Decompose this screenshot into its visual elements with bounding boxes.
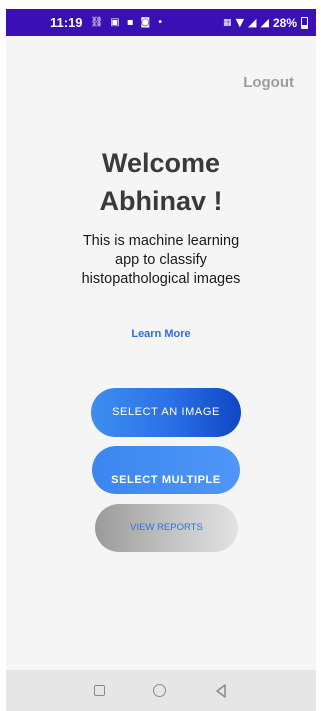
user-name: Abhinav ! [99, 186, 223, 216]
home-icon[interactable] [153, 684, 166, 697]
signal-icon: ◢ [248, 16, 257, 29]
select-multiple-button[interactable]: SELECT MULTIPLE [92, 446, 240, 494]
recents-icon[interactable] [94, 685, 105, 696]
signal-icon: ◢ [260, 16, 269, 29]
volte-icon: ▦ [223, 17, 232, 28]
welcome-line: Welcome [101, 148, 221, 178]
image-icon: ▪ [126, 16, 134, 28]
notification-icons: ⛓ ▣ ▪ ◙ • [90, 16, 164, 28]
status-bar: 11:19 ⛓ ▣ ▪ ◙ • ▦ ▼ ◢ ◢ 28% [6, 9, 316, 36]
link-icon: ⛓ [90, 16, 104, 28]
status-right: ▦ ▼ ◢ ◢ 28% [223, 16, 308, 30]
select-image-button[interactable]: SELECT AN IMAGE [91, 388, 241, 437]
select-multiple-label: SELECT MULTIPLE [111, 474, 221, 486]
app-description: This is machine learning app to classify… [81, 233, 241, 287]
wifi-icon: ▼ [235, 16, 245, 29]
back-icon[interactable] [214, 683, 228, 698]
welcome-heading: Welcome Abhinav ! [6, 144, 316, 220]
learn-more-link[interactable]: Learn More [6, 328, 316, 340]
navigation-bar [6, 670, 316, 711]
status-time: 11:19 [50, 15, 83, 30]
dot-icon: • [157, 16, 164, 28]
logout-button[interactable]: Logout [243, 74, 294, 91]
view-reports-button[interactable]: VIEW REPORTS [95, 504, 238, 552]
battery-percentage: 28% [272, 15, 297, 30]
chat-icon: ◙ [140, 16, 151, 28]
battery-icon [301, 16, 308, 29]
app-screen: Logout Welcome Abhinav ! This is machine… [6, 36, 316, 670]
f-icon: ▣ [110, 16, 120, 28]
